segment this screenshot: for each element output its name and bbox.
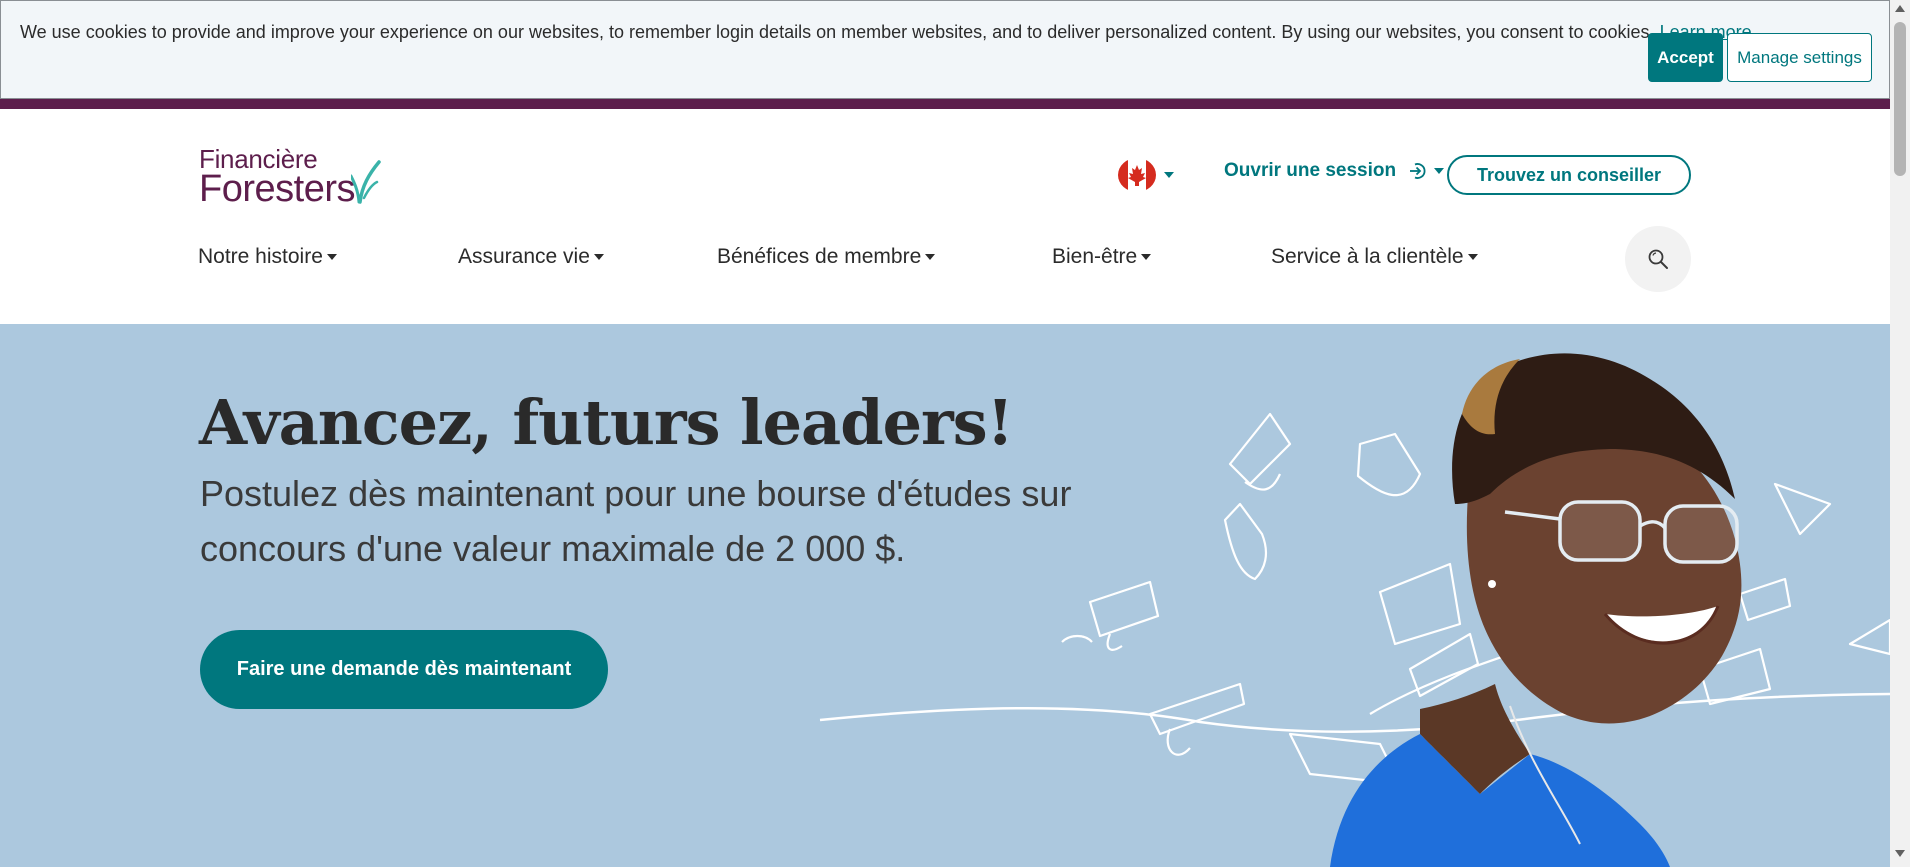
search-icon: [1648, 249, 1668, 269]
nav-item-label: Bénéfices de membre: [717, 245, 922, 268]
sign-in-icon: [1410, 163, 1426, 179]
nav-item-label: Notre histoire: [198, 245, 323, 268]
chevron-down-icon: [1434, 168, 1445, 174]
nav-item-label: Assurance vie: [458, 245, 590, 268]
caret-down-icon: [593, 254, 604, 260]
login-label: Ouvrir une session: [1224, 160, 1397, 181]
page-scrollbar[interactable]: [1890, 0, 1910, 867]
hero-title: Avancez, futurs leaders!: [199, 386, 1014, 459]
caret-down-icon: [326, 254, 337, 260]
caret-down-icon: [1467, 254, 1478, 260]
login-link[interactable]: Ouvrir une session: [1224, 160, 1445, 182]
chevron-down-icon: [1164, 172, 1174, 178]
hero-subtitle: Postulez dès maintenant pour une bourse …: [200, 473, 1072, 569]
logo-line-2: Foresters: [199, 168, 355, 210]
language-selector[interactable]: [1118, 158, 1174, 192]
scroll-up-arrow-icon[interactable]: [1895, 5, 1905, 12]
cookie-message: We use cookies to provide and improve yo…: [20, 22, 1757, 43]
apply-now-button[interactable]: Faire une demande dès maintenant: [200, 630, 608, 709]
nav-item-assurance-vie[interactable]: Assurance vie: [458, 245, 604, 269]
cookie-message-text: We use cookies to provide and improve yo…: [20, 22, 1655, 42]
foresters-logo[interactable]: Financière Foresters: [199, 144, 389, 210]
nav-item-benefices-de-membre[interactable]: Bénéfices de membre: [717, 245, 936, 269]
nav-item-service-a-la-clientele[interactable]: Service à la clientèle: [1271, 245, 1478, 269]
cookie-banner: We use cookies to provide and improve yo…: [0, 0, 1890, 99]
hero-banner: Avancez, futurs leaders! Postulez dès ma…: [0, 324, 1890, 867]
scroll-down-arrow-icon[interactable]: [1895, 850, 1905, 857]
find-advisor-button[interactable]: Trouvez un conseiller: [1447, 155, 1691, 195]
accept-cookies-button[interactable]: Accept: [1648, 33, 1723, 82]
nav-item-bien-etre[interactable]: Bien-être: [1052, 245, 1152, 269]
caret-down-icon: [1141, 254, 1152, 260]
scroll-thumb[interactable]: [1894, 22, 1906, 176]
brand-divider-bar: [0, 99, 1890, 109]
nav-item-label: Service à la clientèle: [1271, 245, 1464, 268]
manage-settings-button[interactable]: Manage settings: [1727, 33, 1872, 82]
sprout-logo-icon: [351, 160, 381, 204]
search-button[interactable]: [1625, 226, 1691, 292]
nav-item-label: Bien-être: [1052, 245, 1138, 268]
canada-flag-icon: [1118, 158, 1156, 192]
caret-down-icon: [925, 254, 936, 260]
nav-item-notre-histoire[interactable]: Notre histoire: [198, 245, 337, 269]
